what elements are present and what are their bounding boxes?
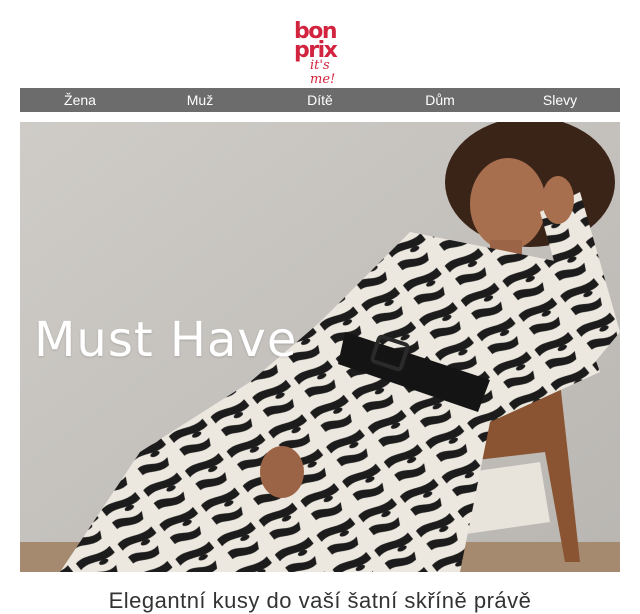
nav-item-dite[interactable]: Dítě [260, 88, 380, 112]
hero-title: Must Have [34, 312, 298, 368]
hero-banner[interactable]: Must Have [20, 122, 620, 572]
nav-item-muz[interactable]: Muž [140, 88, 260, 112]
nav-item-dum[interactable]: Dům [380, 88, 500, 112]
nav-item-zena[interactable]: Žena [20, 88, 140, 112]
bonprix-logo[interactable]: bon prix it's me! [282, 20, 358, 87]
nav-item-slevy[interactable]: Slevy [500, 88, 620, 112]
intro-text: Elegantní kusy do vaší šatní skříně práv… [108, 588, 532, 613]
logo-tagline: it's me! [310, 58, 336, 87]
main-navigation: Žena Muž Dítě Dům Slevy [20, 88, 620, 112]
